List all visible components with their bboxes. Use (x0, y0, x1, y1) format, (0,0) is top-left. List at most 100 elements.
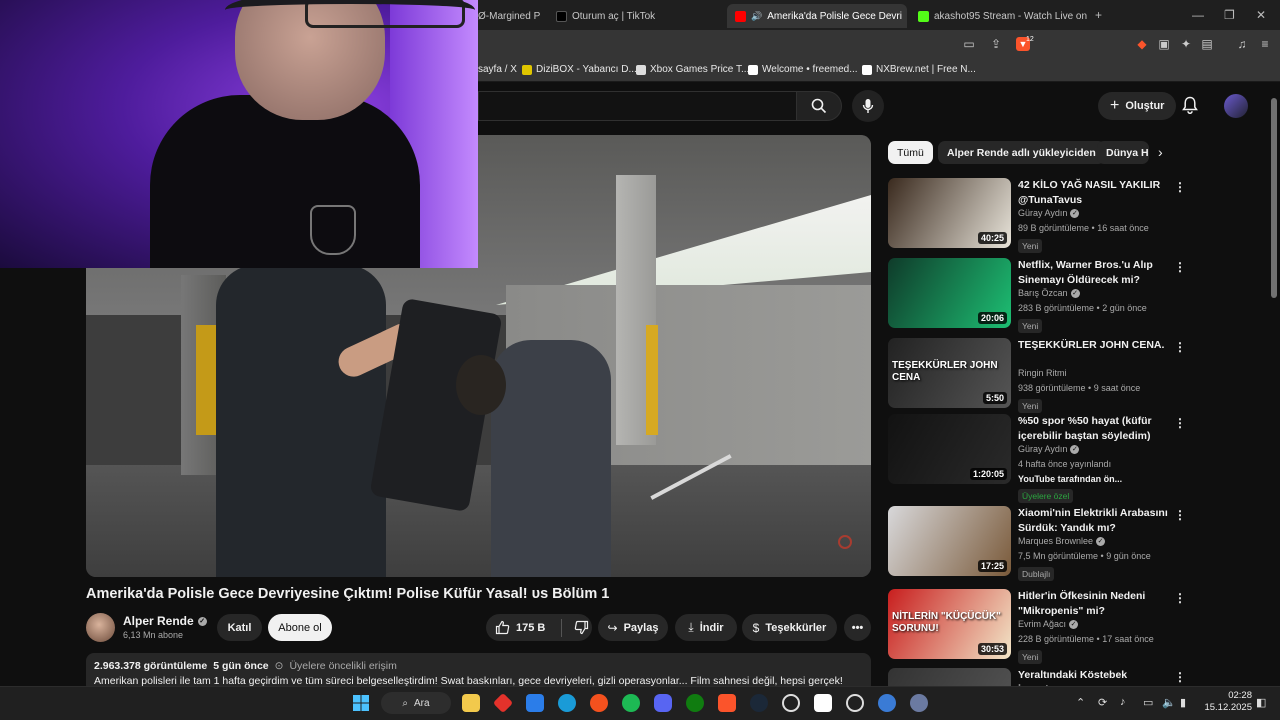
bookmark-nxbrew[interactable]: NXBrew.net | Free N... (862, 64, 976, 75)
tab-kick[interactable]: akashot95 Stream - Watch Live on Ki (910, 4, 1090, 28)
settings-icon[interactable] (910, 694, 928, 712)
recommendation-channel[interactable]: Barış Özcan ✓ (1018, 288, 1080, 298)
thumbs-down-icon[interactable] (574, 620, 589, 635)
recommendation-title[interactable]: Hitler'in Öfkesinin Nedeni "Mikropenis" … (1018, 589, 1170, 619)
bookmark-dizibox[interactable]: DiziBOX - Yabancı D... (522, 64, 637, 75)
bookmark-x[interactable]: sayfa / X (478, 64, 517, 75)
app-blue-icon[interactable] (878, 694, 896, 712)
menu-icon[interactable]: ≡ (1258, 37, 1272, 51)
channel-name[interactable]: Alper Rende ✓ (123, 614, 207, 628)
tab-youtube-active[interactable]: 🔊 Amerika'da Polisle Gece Devri ✕ (727, 4, 907, 28)
tab-margined[interactable]: Ø-Margined P (470, 4, 542, 28)
brave-rewards-icon[interactable]: ◆ (1135, 37, 1149, 51)
tray-mic-icon[interactable]: ♪ (1120, 696, 1126, 708)
recommendation-item[interactable]: 1:20:05 %50 spor %50 hayat (küfür içerebi… (888, 414, 1188, 503)
search-button[interactable] (796, 91, 842, 121)
app-orange-icon[interactable] (590, 694, 608, 712)
recommendation-item[interactable]: 40:25 42 KİLO YAĞ NASIL YAKILIR @TunaTavu… (888, 178, 1188, 258)
recommendation-channel[interactable]: Ringin Ritmi (1018, 368, 1067, 378)
app-circle-icon[interactable] (846, 694, 864, 712)
join-button[interactable]: Katıl (217, 614, 262, 641)
thanks-button[interactable]: $ Teşekkürler (742, 614, 837, 641)
share-icon[interactable]: ⇪ (989, 37, 1003, 51)
recommendation-item[interactable]: 17:25 Xiaomi'nin Elektrikli Arabasını Sür… (888, 506, 1188, 586)
recommendation-item[interactable]: TEŞEKKÜRLER JOHN CENA 5:50 TEŞEKKÜRLER JOH… (888, 338, 1188, 418)
brave-icon[interactable] (718, 694, 736, 712)
spotify-icon[interactable] (622, 694, 640, 712)
download-button[interactable]: ⤓ İndir (675, 614, 737, 641)
recommendation-title[interactable]: %50 spor %50 hayat (küfür içerebilir baş… (1018, 414, 1170, 444)
recommendation-title[interactable]: Netflix, Warner Bros.'u Alıp Sinemayı Öl… (1018, 258, 1170, 288)
chip-uploader[interactable]: Alper Rende adlı yükleyiciden (938, 141, 1105, 164)
restore-icon[interactable]: ❐ (1224, 8, 1235, 22)
video-thumbnail[interactable]: NİTLERİN "KÜÇÜCÜK" SORUNU! 30:53 (888, 589, 1011, 659)
more-options-icon[interactable]: ⋮ (1174, 260, 1186, 274)
more-options-icon[interactable]: ⋮ (1174, 591, 1186, 605)
xbox-icon[interactable] (686, 694, 704, 712)
tray-sync-icon[interactable]: ⟳ (1098, 696, 1107, 709)
channel-avatar[interactable] (86, 613, 115, 642)
extension-icon[interactable]: ▣ (1157, 37, 1171, 51)
bookmark-xbox[interactable]: Xbox Games Price T... (636, 64, 749, 75)
notifications-button[interactable] (1182, 96, 1198, 119)
recommendation-channel[interactable]: Evrim Ağacı ✓ (1018, 619, 1079, 629)
chip-all[interactable]: Tümü (888, 141, 933, 164)
chevron-right-icon[interactable]: › (1158, 144, 1163, 160)
file-explorer-icon[interactable] (462, 694, 480, 712)
clock-time: 02:28 (1228, 690, 1252, 701)
chatgpt-icon[interactable] (782, 694, 800, 712)
more-options-icon[interactable]: ⋮ (1174, 340, 1186, 354)
discord-icon[interactable] (654, 694, 672, 712)
new-tab-button[interactable]: + (1095, 8, 1102, 22)
video-thumbnail[interactable]: 1:20:05 (888, 414, 1011, 484)
recommendation-item[interactable]: 20:06 Netflix, Warner Bros.'u Alıp Sinema… (888, 258, 1188, 338)
like-button[interactable]: 175 B (486, 614, 592, 641)
tray-chevron-up-icon[interactable]: ⌃ (1076, 696, 1085, 709)
scrollbar[interactable] (1271, 98, 1277, 298)
video-thumbnail[interactable]: 20:06 (888, 258, 1011, 328)
subscribe-button[interactable]: Abone ol (268, 614, 332, 641)
notification-center-icon[interactable]: ◧ (1256, 696, 1266, 709)
media-icon[interactable]: ♫ (1235, 37, 1249, 51)
more-options-icon[interactable]: ⋮ (1174, 180, 1186, 194)
duration-badge: 20:06 (977, 312, 1007, 324)
create-button[interactable]: + Oluştur (1098, 92, 1177, 120)
tray-network-icon[interactable]: ▭ (1143, 696, 1153, 709)
recommendation-channel[interactable]: Güray Aydın ✓ (1018, 444, 1080, 454)
tab-tiktok[interactable]: Oturum aç | TikTok (548, 4, 720, 28)
help-icon[interactable] (558, 694, 576, 712)
windows-start-icon[interactable] (352, 694, 370, 712)
taskbar-clock[interactable]: 02:28 15.12.2025 (1200, 690, 1252, 714)
recommendation-title[interactable]: TEŞEKKÜRLER JOHN CENA. (1018, 338, 1170, 353)
speaker-icon[interactable]: 🔊 (751, 11, 762, 22)
more-options-icon[interactable]: ⋮ (1174, 670, 1186, 684)
puzzle-icon[interactable]: ✦ (1179, 37, 1193, 51)
video-thumbnail[interactable]: 40:25 (888, 178, 1011, 248)
minimize-icon[interactable]: — (1192, 8, 1204, 22)
sidebar-icon[interactable]: ▤ (1200, 37, 1214, 51)
recommendation-title[interactable]: Xiaomi'nin Elektrikli Arabasını Sürdük: … (1018, 506, 1170, 536)
taskbar-search[interactable]: ⌕ Ara (381, 692, 451, 714)
store-icon[interactable] (526, 694, 544, 712)
account-avatar[interactable] (1224, 94, 1248, 118)
more-options-icon[interactable]: ⋮ (1174, 416, 1186, 430)
capcut-icon[interactable] (814, 694, 832, 712)
close-window-icon[interactable]: ✕ (1256, 8, 1266, 22)
cast-icon[interactable]: ▭ (962, 37, 976, 51)
tray-volume-icon[interactable]: 🔈 (1162, 696, 1176, 709)
more-actions-button[interactable]: ••• (844, 614, 871, 641)
video-thumbnail[interactable]: 17:25 (888, 506, 1011, 576)
share-button[interactable]: ↪ Paylaş (598, 614, 668, 641)
more-options-icon[interactable]: ⋮ (1174, 508, 1186, 522)
search-input[interactable] (478, 91, 796, 121)
recommendation-title[interactable]: 42 KİLO YAĞ NASIL YAKILIR @TunaTavus (1018, 178, 1170, 208)
recommendation-item[interactable]: NİTLERİN "KÜÇÜCÜK" SORUNU! 30:53 Hitler'in… (888, 589, 1188, 669)
voice-search-button[interactable] (852, 90, 884, 122)
tray-battery-icon[interactable]: ▮ (1180, 696, 1186, 709)
bookmark-freemed[interactable]: Welcome • freemed... (748, 64, 858, 75)
steam-icon[interactable] (750, 694, 768, 712)
recommendation-channel[interactable]: Güray Aydın ✓ (1018, 208, 1080, 218)
recommendation-channel[interactable]: Marques Brownlee ✓ (1018, 536, 1106, 546)
chip-world[interactable]: Dünya H (1097, 141, 1149, 164)
video-thumbnail[interactable]: TEŞEKKÜRLER JOHN CENA 5:50 (888, 338, 1011, 408)
